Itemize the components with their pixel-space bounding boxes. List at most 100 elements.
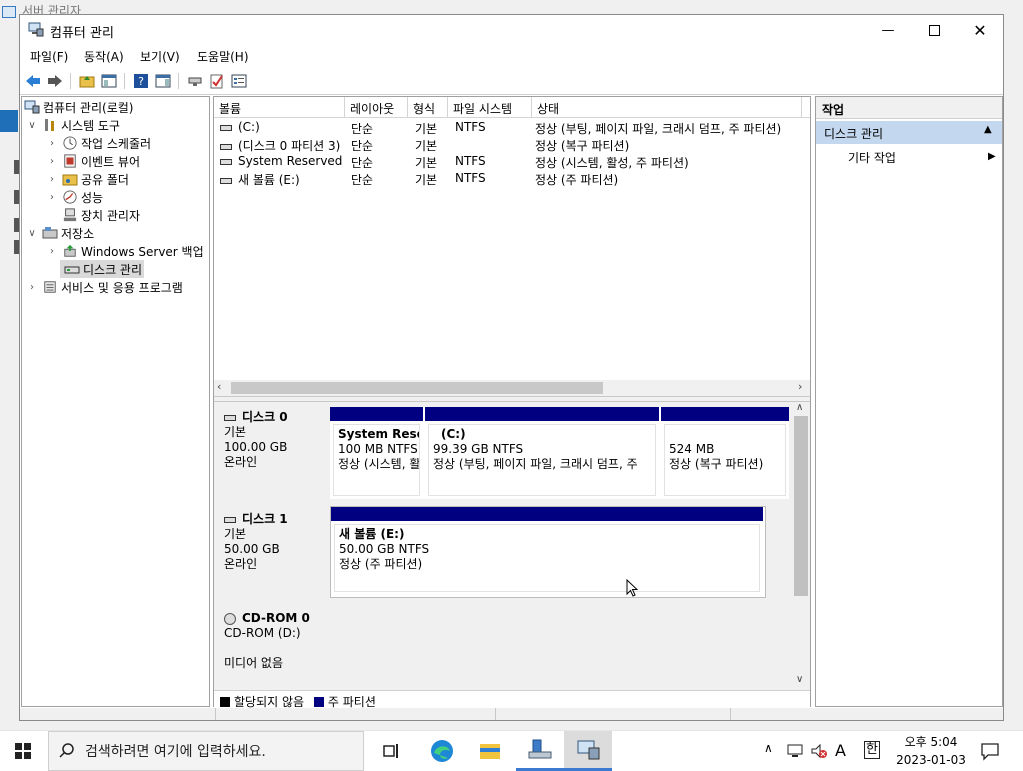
tree-item-services-applications[interactable]: › 서비스 및 응용 프로그램 <box>26 278 183 296</box>
disk-1-partitions: 새 볼륨 (E:) 50.00 GB NTFS 정상 (주 파티션) <box>330 506 766 598</box>
notification-icon[interactable] <box>980 741 1000 761</box>
minimize-button[interactable]: — <box>865 15 911 45</box>
volume-row[interactable]: 새 볼륨 (E:) 단순 기본 NTFS 정상 (주 파티션) <box>214 170 810 187</box>
task-view-button[interactable] <box>368 731 416 771</box>
scroll-up-icon[interactable]: ∧ <box>796 402 803 413</box>
volume-status: 정상 (주 파티션) <box>535 173 619 187</box>
volume-row[interactable]: (디스크 0 파티션 3) 단순 기본 정상 (복구 파티션) <box>214 136 810 153</box>
back-button[interactable] <box>24 72 42 90</box>
taskbar-search[interactable]: 검색하려면 여기에 입력하세요. <box>48 731 364 771</box>
start-button[interactable] <box>0 731 46 771</box>
cd-icon <box>224 612 236 625</box>
partition-name: 새 볼륨 (E:) <box>339 527 405 541</box>
chevron-right-icon[interactable]: › <box>46 156 58 167</box>
scroll-right-icon[interactable]: › <box>798 380 802 393</box>
tree-item-event-viewer[interactable]: › 이벤트 뷰어 <box>46 152 140 170</box>
status-divider <box>495 708 496 720</box>
check-button[interactable] <box>208 72 226 90</box>
horizontal-scrollbar[interactable]: ‹ › <box>214 380 810 396</box>
action-more-actions[interactable]: 기타 작업 <box>848 149 896 166</box>
ime-mode-indicator[interactable]: A <box>835 741 846 760</box>
disk-0-label[interactable]: 디스크 0 기본 100.00 GB 온라인 <box>214 402 328 502</box>
menu-view[interactable]: 보기(V) <box>140 48 180 65</box>
partition-e[interactable]: 새 볼륨 (E:) 50.00 GB NTFS 정상 (주 파티션) <box>331 507 763 595</box>
partition-system-reserved[interactable]: System Reser 100 MB NTFS 정상 (시스템, 활 <box>330 407 423 499</box>
tree-item-device-manager[interactable]: 장치 관리자 <box>58 206 140 224</box>
performance-icon <box>63 190 77 204</box>
volume-status: 정상 (복구 파티션) <box>535 139 630 153</box>
vertical-scroll-thumb[interactable] <box>794 416 808 596</box>
properties-button[interactable] <box>230 72 248 90</box>
tree-item-shared-folders[interactable]: › 공유 폴더 <box>46 170 129 188</box>
tree-item-task-scheduler[interactable]: › 작업 스케줄러 <box>46 134 151 152</box>
close-button[interactable]: ✕ <box>957 15 1003 45</box>
drive-icon <box>220 143 232 150</box>
disk-icon <box>224 516 236 523</box>
cdrom-0-label[interactable]: CD-ROM 0 CD-ROM (D:) 미디어 없음 <box>214 603 328 690</box>
tree-item-label: 성능 <box>81 190 104 205</box>
column-header-filesystem[interactable]: 파일 시스템 <box>448 97 532 118</box>
volume-muted-icon[interactable] <box>810 743 828 759</box>
disk-1-label[interactable]: 디스크 1 기본 50.00 GB 온라인 <box>214 504 328 600</box>
menu-action[interactable]: 동작(A) <box>84 48 124 65</box>
menu-file[interactable]: 파일(F) <box>30 48 68 65</box>
maximize-icon <box>928 24 940 36</box>
chevron-right-icon[interactable]: › <box>46 174 58 185</box>
partition-size: 99.39 GB NTFS <box>433 442 524 456</box>
chevron-right-icon[interactable]: › <box>46 192 58 203</box>
file-explorer-button[interactable] <box>466 731 514 771</box>
volume-row[interactable]: System Reserved 단순 기본 NTFS 정상 (시스템, 활성, … <box>214 153 810 170</box>
tree-item-performance[interactable]: › 성능 <box>46 188 103 206</box>
tree-item-disk-management[interactable]: 디스크 관리 <box>60 260 145 278</box>
clock[interactable]: 오후 5:04 2023-01-03 <box>884 733 978 769</box>
network-icon[interactable] <box>786 743 804 759</box>
chevron-down-icon[interactable]: ∨ <box>26 120 38 131</box>
collapse-up-icon[interactable]: ▲ <box>984 124 992 135</box>
chevron-right-icon[interactable]: › <box>46 246 58 257</box>
column-header-status[interactable]: 상태 <box>532 97 802 118</box>
scroll-down-icon[interactable]: ∨ <box>796 674 803 685</box>
title-bar[interactable]: 컴퓨터 관리 — ✕ <box>20 15 1003 45</box>
column-header-volume[interactable]: 볼륨 <box>214 97 345 118</box>
column-header-type[interactable]: 형식 <box>408 97 448 118</box>
volume-filesystem: NTFS <box>455 171 486 185</box>
tree-item-computer-management[interactable]: 컴퓨터 관리(로컬) <box>24 98 133 116</box>
services-icon <box>44 281 56 293</box>
tree-item-system-tools[interactable]: ∨ 시스템 도구 <box>26 116 120 134</box>
connect-button[interactable] <box>186 72 204 90</box>
action-pane-button[interactable] <box>154 72 172 90</box>
properties-icon <box>231 74 247 88</box>
edge-button[interactable] <box>418 731 466 771</box>
status-divider <box>215 708 216 720</box>
column-header-layout[interactable]: 레이아웃 <box>345 97 408 118</box>
server-manager-taskbar-button[interactable] <box>516 731 564 771</box>
disk-0-partitions: System Reser 100 MB NTFS 정상 (시스템, 활 (C:)… <box>330 407 789 499</box>
up-folder-button[interactable] <box>78 72 96 90</box>
chevron-right-icon[interactable]: › <box>26 282 38 293</box>
partition-c[interactable]: (C:) 99.39 GB NTFS 정상 (부팅, 페이지 파일, 크래시 덤… <box>425 407 659 499</box>
tree-item-windows-server-backup[interactable]: › Windows Server 백업 <box>46 242 204 260</box>
help-button[interactable]: ? <box>132 72 150 90</box>
computer-management-taskbar-button[interactable] <box>564 731 612 771</box>
tree-item-label: 이벤트 뷰어 <box>81 154 141 169</box>
maximize-button[interactable] <box>911 15 957 45</box>
partition-recovery[interactable]: 524 MB 정상 (복구 파티션) <box>661 407 789 499</box>
tree-item-storage[interactable]: ∨ 저장소 <box>26 224 94 242</box>
background-nav-tab[interactable] <box>0 110 18 132</box>
primary-partition-bar <box>330 407 423 421</box>
actions-section-disk-management[interactable]: 디스크 관리 ▲ <box>816 121 1002 144</box>
chevron-right-icon[interactable]: › <box>46 138 58 149</box>
forward-button[interactable] <box>46 72 64 90</box>
disk-state: 온라인 <box>224 557 258 571</box>
tree-item-label: 공유 폴더 <box>81 172 129 187</box>
volume-row[interactable]: (C:) 단순 기본 NTFS 정상 (부팅, 페이지 파일, 크래시 덤프, … <box>214 119 810 136</box>
partition-status: 정상 (주 파티션) <box>339 557 423 571</box>
chevron-down-icon[interactable]: ∨ <box>26 228 38 239</box>
scroll-left-icon[interactable]: ‹ <box>217 380 221 393</box>
vertical-scrollbar[interactable]: ∧ ∨ <box>792 402 810 690</box>
menu-help[interactable]: 도움말(H) <box>197 48 249 65</box>
ime-language-indicator[interactable]: 한 <box>864 741 880 759</box>
show-hide-tree-button[interactable] <box>100 72 118 90</box>
horizontal-scroll-thumb[interactable] <box>231 382 603 394</box>
show-hidden-icons[interactable]: ∧ <box>764 741 773 755</box>
